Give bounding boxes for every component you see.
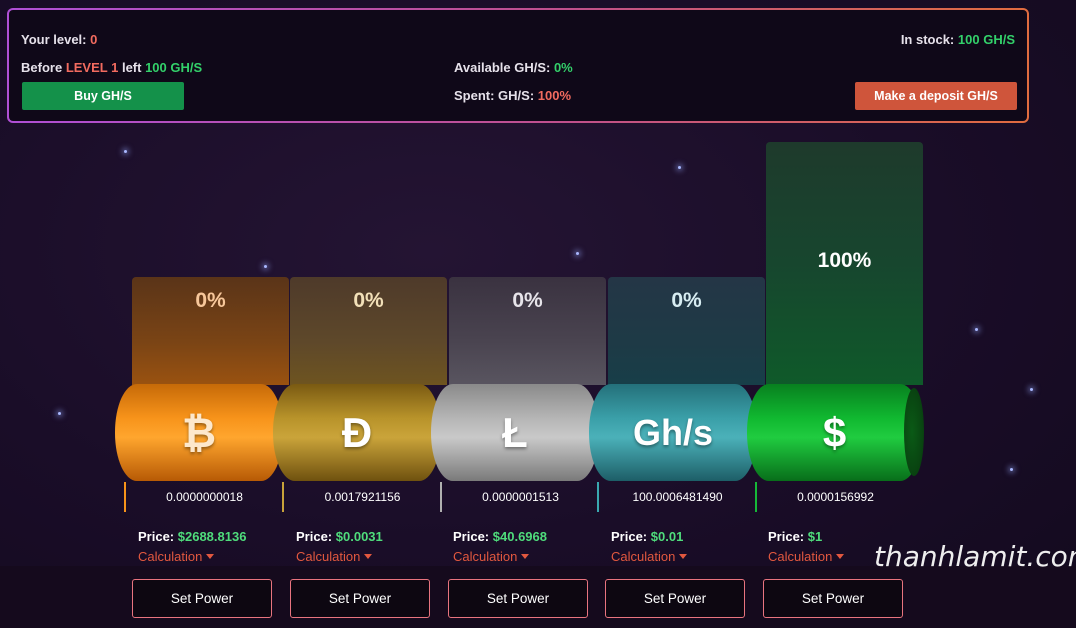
star-decoration	[124, 150, 127, 153]
btc-power-bar: 0%	[132, 277, 289, 385]
star-decoration	[678, 166, 681, 169]
ghs-divider	[597, 482, 599, 512]
doge-balance: 0.0017921156	[324, 490, 401, 504]
usd-percent: 100%	[817, 249, 872, 272]
cylinder-cap	[904, 388, 924, 476]
ghs-power-bar: 0%	[608, 277, 765, 385]
btc-set-power-button[interactable]: Set Power	[132, 579, 272, 618]
btc-divider	[124, 482, 126, 512]
ghs-icon: Gh/s	[632, 411, 713, 453]
litecoin-icon: Ł	[502, 408, 528, 456]
caret-down-icon	[206, 554, 215, 559]
doge-calculation-toggle[interactable]: Calculation	[296, 549, 373, 564]
usd-set-power-button[interactable]: Set Power	[763, 579, 903, 618]
caret-down-icon	[836, 554, 845, 559]
ltc-power-bar: 0%	[449, 277, 606, 385]
stock-text: In stock: 100 GH/S	[900, 32, 1015, 47]
make-deposit-button[interactable]: Make a deposit GH/S	[855, 82, 1017, 110]
caret-down-icon	[679, 554, 688, 559]
buy-ghs-button[interactable]: Buy GH/S	[22, 82, 184, 110]
doge-divider	[282, 482, 284, 512]
ltc-cylinder: Ł	[431, 384, 599, 481]
usd-cylinder: $	[747, 384, 922, 481]
usd-price: Price: $1	[768, 529, 823, 544]
caret-down-icon	[521, 554, 530, 559]
btc-percent: 0%	[195, 289, 226, 312]
star-decoration	[1030, 388, 1033, 391]
ltc-price: Price: $40.6968	[453, 529, 547, 544]
ltc-calculation-toggle[interactable]: Calculation	[453, 549, 530, 564]
doge-power-bar: 0%	[290, 277, 447, 385]
next-level-text: Before LEVEL 1 left 100 GH/S	[21, 60, 203, 75]
ghs-cylinder: Gh/s	[589, 384, 757, 481]
spent-text: Spent: GH/S: 100%	[454, 88, 572, 103]
ltc-divider	[440, 482, 442, 512]
btc-calculation-toggle[interactable]: Calculation	[138, 549, 215, 564]
ltc-balance: 0.0000001513	[482, 490, 559, 504]
star-decoration	[576, 252, 579, 255]
doge-set-power-button[interactable]: Set Power	[290, 579, 430, 618]
usd-divider	[755, 482, 757, 512]
doge-percent: 0%	[353, 289, 384, 312]
watermark-text: thanhlamit.com	[874, 540, 1076, 573]
doge-price: Price: $0.0031	[296, 529, 383, 544]
ghs-balance: 100.0006481490	[632, 490, 723, 504]
available-text: Available GH/S: 0%	[454, 60, 573, 75]
star-decoration	[264, 265, 267, 268]
star-decoration	[1010, 468, 1013, 471]
star-decoration	[975, 328, 978, 331]
star-decoration	[58, 412, 61, 415]
usd-calculation-toggle[interactable]: Calculation	[768, 549, 845, 564]
bitcoin-icon: ₿	[181, 408, 217, 456]
usd-power-bar: 100%	[766, 142, 923, 385]
ltc-percent: 0%	[512, 289, 543, 312]
usd-balance: 0.0000156992	[797, 490, 874, 504]
doge-cylinder: Đ	[273, 384, 441, 481]
btc-price: Price: $2688.8136	[138, 529, 247, 544]
level-text: Your level: 0	[21, 32, 98, 47]
btc-cylinder: ₿	[115, 384, 283, 481]
btc-balance: 0.0000000018	[166, 490, 243, 504]
ghs-calculation-toggle[interactable]: Calculation	[611, 549, 688, 564]
ltc-set-power-button[interactable]: Set Power	[448, 579, 588, 618]
dollar-icon: $	[822, 408, 847, 456]
stats-panel: Your level: 0 Before LEVEL 1 left 100 GH…	[7, 8, 1029, 123]
dogecoin-icon: Đ	[341, 408, 373, 456]
caret-down-icon	[364, 554, 373, 559]
ghs-percent: 0%	[671, 289, 702, 312]
ghs-set-power-button[interactable]: Set Power	[605, 579, 745, 618]
ghs-price: Price: $0.01	[611, 529, 684, 544]
